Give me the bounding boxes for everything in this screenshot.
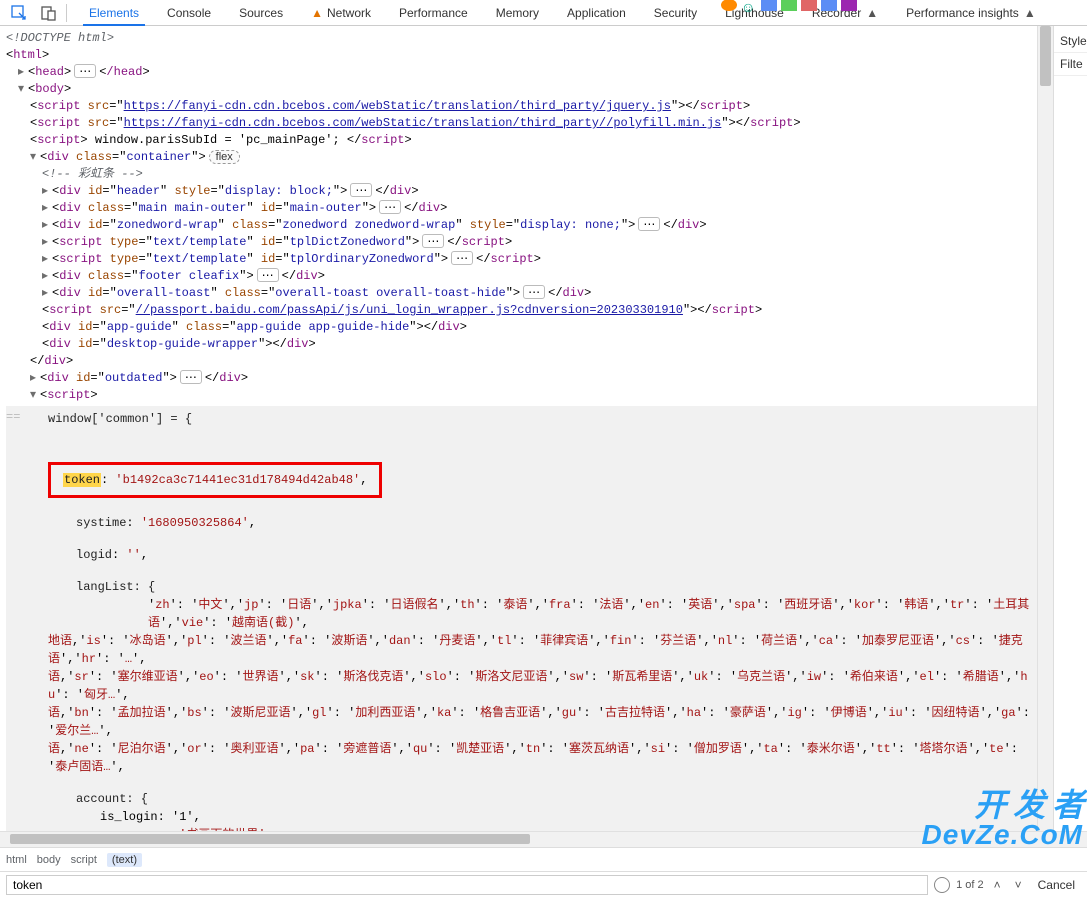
- tab-elements[interactable]: Elements: [75, 0, 153, 25]
- devtools-toolbar: Elements Console Sources ▲ Network Perfor…: [0, 0, 1087, 26]
- purple-box-icon: [841, 0, 857, 11]
- toast-node[interactable]: ▸<div id="overall-toast" class="overall-…: [6, 285, 1053, 302]
- hscroll-thumb[interactable]: [10, 834, 530, 844]
- tab-network[interactable]: ▲ Network: [297, 0, 385, 25]
- tab-sources[interactable]: Sources: [225, 0, 297, 25]
- tab-insights-label: Performance insights: [906, 6, 1019, 20]
- vertical-scrollbar[interactable]: [1037, 26, 1053, 831]
- tab-memory[interactable]: Memory: [482, 0, 553, 25]
- tab-performance[interactable]: Performance: [385, 0, 482, 25]
- is-login-line: is_login: '1',: [6, 808, 1037, 826]
- preview-icon: ▲: [1024, 6, 1036, 20]
- rainbow-comment[interactable]: <!-- 彩虹条 -->: [6, 166, 1053, 183]
- tab-performance-insights[interactable]: Performance insights ▲: [892, 0, 1050, 25]
- token-key: token: [63, 473, 101, 487]
- inspect-icon[interactable]: [10, 4, 28, 22]
- separator: [66, 4, 67, 22]
- crumb-text[interactable]: (text): [107, 853, 142, 867]
- device-toggle-icon[interactable]: [40, 4, 58, 22]
- desktop-guide-node[interactable]: <div id="desktop-guide-wrapper"></div>: [6, 336, 1053, 353]
- token-highlight-box: token: 'b1492ca3c71441ec31d178494d42ab48…: [48, 462, 382, 498]
- head-node[interactable]: ▸<head>⋯</head>: [6, 64, 1053, 81]
- main-div-node[interactable]: ▸<div class="main main-outer" id="main-o…: [6, 200, 1053, 217]
- dom-breadcrumb: html body script (text): [0, 847, 1087, 871]
- outdated-node[interactable]: ▸<div id="outdated">⋯</div>: [6, 370, 1053, 387]
- script-polyfill-node[interactable]: <script src="https://fanyi-cdn.cdn.bcebo…: [6, 115, 1053, 132]
- html-node[interactable]: <html>: [6, 47, 1053, 64]
- elements-tree[interactable]: <!DOCTYPE html> <html> ▸<head>⋯</head> ▾…: [0, 26, 1053, 831]
- blue-box-icon-2: [821, 0, 837, 11]
- script-jquery-node[interactable]: <script src="https://fanyi-cdn.cdn.bcebo…: [6, 98, 1053, 115]
- tab-security[interactable]: Security: [640, 0, 711, 25]
- zoned-div-node[interactable]: ▸<div id="zonedword-wrap" class="zonedwo…: [6, 217, 1053, 234]
- langlist-open: langList: {: [6, 578, 1037, 596]
- doctype-node[interactable]: <!DOCTYPE html>: [6, 30, 1053, 47]
- red-box-icon: [801, 0, 817, 11]
- orange-dot-icon: [721, 0, 737, 11]
- logid-line: logid: '',: [6, 546, 1037, 564]
- crumb-body[interactable]: body: [37, 854, 61, 866]
- panel-tabs: Elements Console Sources ▲ Network Perfor…: [75, 0, 1050, 25]
- container-node[interactable]: ▾<div class="container">flex: [6, 149, 1053, 166]
- tpl-ord-node[interactable]: ▸<script type="text/template" id="tplOrd…: [6, 251, 1053, 268]
- crumb-html[interactable]: html: [6, 854, 27, 866]
- account-open: account: {: [6, 790, 1037, 808]
- crumb-script[interactable]: script: [71, 854, 97, 866]
- token-value: 'b1492ca3c71441ec31d178494d42ab48': [115, 473, 360, 487]
- preview-icon: ▲: [866, 6, 878, 20]
- sidebar-tab-styles[interactable]: Style: [1054, 30, 1087, 53]
- systime-line: systime: '1680950325864',: [6, 514, 1037, 532]
- header-extra-icons: ☺: [721, 0, 857, 11]
- tab-network-label: Network: [327, 6, 371, 20]
- common-script-open[interactable]: ▾<script>: [6, 387, 1053, 404]
- tab-application[interactable]: Application: [553, 0, 640, 25]
- container-close[interactable]: </div>: [6, 353, 1053, 370]
- warning-icon: ▲: [311, 6, 323, 20]
- green-box-icon: [781, 0, 797, 11]
- body-node[interactable]: ▾<body>: [6, 81, 1053, 98]
- script-inline-node[interactable]: <script> window.parisSubId = 'pc_mainPag…: [6, 132, 1053, 149]
- tpl-dict-node[interactable]: ▸<script type="text/template" id="tplDic…: [6, 234, 1053, 251]
- smile-icon: ☺: [741, 0, 757, 11]
- header-div-node[interactable]: ▸<div id="header" style="display: block;…: [6, 183, 1053, 200]
- blue-box-icon: [761, 0, 777, 11]
- scrollbar-thumb[interactable]: [1040, 26, 1051, 86]
- footer-node[interactable]: ▸<div class="footer cleafix">⋯</div>: [6, 268, 1053, 285]
- horizontal-scrollbar[interactable]: [0, 831, 1087, 847]
- styles-sidebar: Style Filte: [1053, 26, 1087, 831]
- common-open-line: window['common'] = {: [6, 410, 1037, 428]
- search-bar: 1 of 2 ˄ ˅ Cancel: [0, 871, 1087, 897]
- flex-badge[interactable]: flex: [209, 150, 240, 164]
- appguide-node[interactable]: <div id="app-guide" class="app-guide app…: [6, 319, 1053, 336]
- sidebar-filter[interactable]: Filte: [1054, 53, 1087, 76]
- passport-script-node[interactable]: <script src="//passport.baidu.com/passAp…: [6, 302, 1053, 319]
- tab-console[interactable]: Console: [153, 0, 225, 25]
- langlist-entries: 'zh': '中文','jp': '日语','jpka': '日语假名','th…: [6, 596, 1037, 776]
- script-text-content[interactable]: == window['common'] = { token: 'b1492ca3…: [6, 406, 1037, 831]
